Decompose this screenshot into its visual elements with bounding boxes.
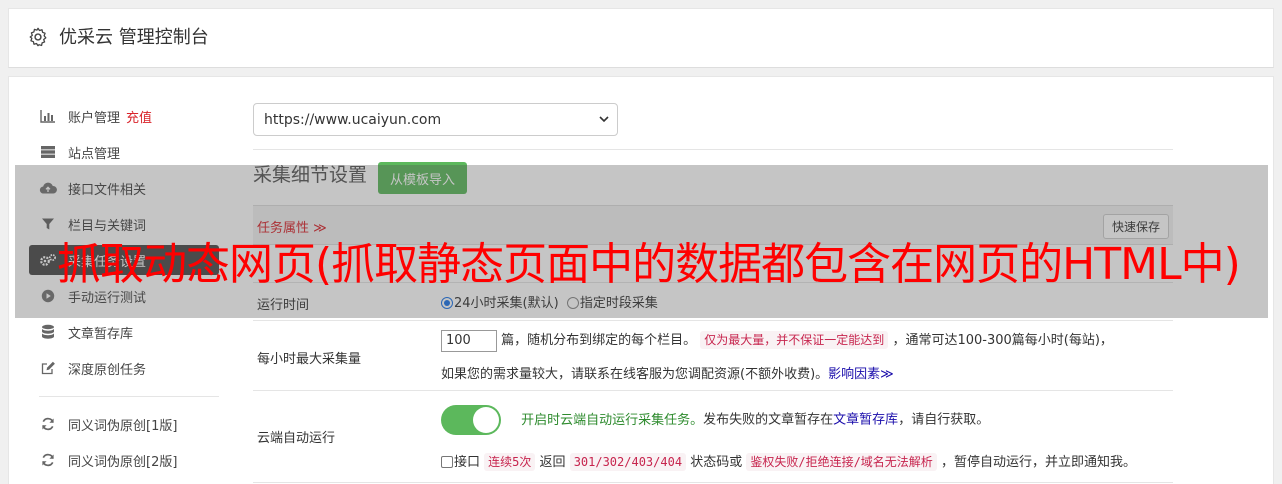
code-auth-fail: 鉴权失败/拒绝连接/域名无法解析 — [746, 453, 937, 471]
text-status: 状态码或 — [690, 455, 743, 470]
code-status: 301/302/403/404 — [569, 453, 687, 471]
cloud-auto-desc1: 开启时云端自动运行采集任务。 — [521, 412, 704, 428]
max-text2: ，通常可达100-300篇每小时(每站)， — [892, 333, 1113, 348]
divider — [253, 149, 1173, 150]
sidebar-divider — [39, 396, 219, 397]
overlay-title: 抓取动态网页(抓取静态页面中的数据都包含在网页的HTML中) — [57, 239, 1241, 290]
code-5times: 连续5次 — [484, 453, 536, 471]
sidebar-item-sites[interactable]: 站点管理 — [29, 137, 219, 167]
chk-label: 接口 — [454, 455, 481, 470]
recharge-link[interactable]: 充值 — [126, 107, 152, 126]
database-icon — [39, 324, 57, 340]
max-per-hour-label: 每小时最大采集量 — [257, 352, 362, 367]
max-per-hour-line2: 如果您的需求量较大，请联系在线客服为您调配资源(不额外收费)。影响因素≫ — [441, 363, 894, 382]
page-title: 优采云 管理控制台 — [59, 27, 209, 48]
console-header: 优采云 管理控制台 — [8, 8, 1274, 68]
cloud-auto-row: 云端自动运行 开启时云端自动运行采集任务。发布失败的文章暂存在文章暂存库，请自行… — [253, 391, 1173, 483]
cloud-auto-label: 云端自动运行 — [257, 431, 336, 446]
server-icon — [39, 144, 57, 160]
max-per-hour-input[interactable]: 100 — [441, 329, 497, 352]
chevron-down-icon — [599, 116, 609, 123]
site-select[interactable]: https://www.ucaiyun.com — [253, 103, 618, 136]
sidebar-item-synonym-v1[interactable]: 同义词伪原创[1版] — [29, 409, 219, 439]
max-per-hour-line1: 100 篇，随机分布到绑定的每个栏目。 仅为最大量，并不保证一定能达到 ，通常可… — [441, 329, 1113, 352]
site-select-value: https://www.ucaiyun.com — [264, 111, 442, 128]
cloud-auto-desc3: ，请自行获取。 — [898, 412, 990, 428]
text-return: 返回 — [539, 455, 566, 470]
sidebar-item-label: 站点管理 — [68, 146, 121, 162]
refresh-icon — [39, 452, 57, 468]
sidebar-item-deep-original[interactable]: 深度原创任务 — [29, 353, 219, 383]
sidebar-item-synonym-v2[interactable]: 同义词伪原创[2版] — [29, 445, 219, 475]
max-text1: 篇，随机分布到绑定的每个栏目。 — [501, 333, 697, 348]
cloud-auto-toggle[interactable] — [441, 405, 501, 435]
cloud-auto-line1: 开启时云端自动运行采集任务。发布失败的文章暂存在文章暂存库，请自行获取。 — [441, 405, 989, 435]
refresh-icon — [39, 416, 57, 432]
sidebar-item-label: 同义词伪原创[1版] — [68, 418, 178, 434]
max-note-code: 仅为最大量，并不保证一定能达到 — [700, 331, 889, 349]
sidebar-item-label: 同义词伪原创[2版] — [68, 454, 178, 470]
gear-icon — [29, 27, 47, 47]
max-per-hour-row: 每小时最大采集量 100 篇，随机分布到绑定的每个栏目。 仅为最大量，并不保证一… — [253, 321, 1173, 391]
pause-notify-checkbox[interactable] — [441, 456, 453, 468]
bar-chart-icon — [39, 108, 57, 124]
edit-icon — [39, 360, 57, 376]
sidebar-item-account[interactable]: 账户管理 充值 — [29, 101, 219, 131]
sidebar-item-label: 文章暂存库 — [68, 326, 134, 342]
sidebar-item-label: 深度原创任务 — [68, 362, 147, 378]
sidebar-item-article-storage[interactable]: 文章暂存库 — [29, 317, 219, 347]
article-storage-link[interactable]: 文章暂存库 — [833, 413, 898, 428]
cloud-auto-desc2: 发布失败的文章暂存在 — [703, 412, 834, 428]
text-pause: ，暂停自动运行，并立即通知我。 — [940, 455, 1136, 470]
max-text3: 如果您的需求量较大，请联系在线客服为您调配资源(不额外收费)。 — [441, 367, 829, 382]
cloud-auto-line2: 接口 连续5次 返回 301/302/403/404 状态码或 鉴权失败/拒绝连… — [441, 451, 1136, 471]
sidebar-item-label: 账户管理 — [68, 110, 121, 126]
influence-factors-link[interactable]: 影响因素≫ — [828, 367, 894, 382]
